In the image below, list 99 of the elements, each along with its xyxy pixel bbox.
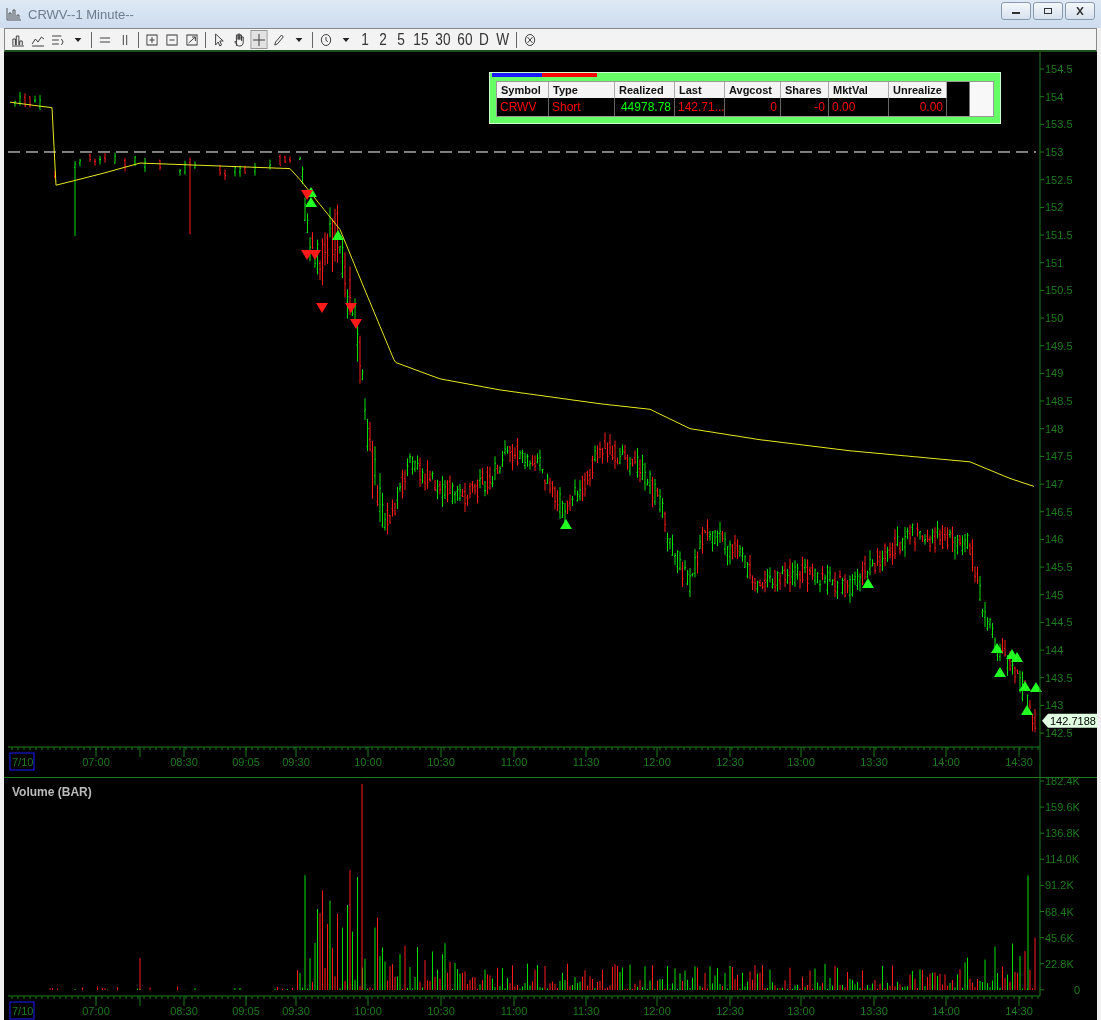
price-axis-label: 152 xyxy=(1045,201,1064,214)
interval-button[interactable]: W xyxy=(494,30,512,49)
volume-axis-label: 68.4K xyxy=(1045,905,1074,918)
interval-button[interactable]: D xyxy=(476,30,493,49)
time-axis-label: 08:30 xyxy=(170,1005,198,1017)
time-axis-label: 12:30 xyxy=(716,1005,744,1017)
price-axis-label: 150 xyxy=(1045,312,1064,324)
time-axis-label: 10:00 xyxy=(354,1005,382,1017)
table-cell: 0 xyxy=(725,98,781,116)
price-axis-label: 149 xyxy=(1045,367,1064,380)
time-axis-label: 12:00 xyxy=(643,1005,671,1017)
time-axis-label: 09:30 xyxy=(282,756,310,768)
table-cell: 142.71... xyxy=(675,98,725,116)
column-header[interactable]: Unrealize xyxy=(889,82,947,98)
column-header[interactable]: Shares xyxy=(781,82,829,98)
price-axis-label: 154 xyxy=(1045,90,1064,103)
time-axis-label: 10:30 xyxy=(427,1005,455,1017)
volume-axis-label: 91.2K xyxy=(1045,879,1074,892)
volume-axis-label: 159.6K xyxy=(1045,801,1080,814)
price-axis-label: 145 xyxy=(1045,588,1064,601)
time-axis-label: 13:00 xyxy=(787,756,815,768)
price-axis-label: 145.5 xyxy=(1045,561,1073,574)
interval-button[interactable]: 2 xyxy=(375,30,391,49)
time-axis-label: 10:00 xyxy=(354,756,382,768)
date-label: 7/10 xyxy=(9,752,35,771)
price-axis-label: 152.5 xyxy=(1045,173,1073,186)
volume-axis-label: 114.0K xyxy=(1045,853,1080,866)
table-cell: 0.00 xyxy=(829,98,889,116)
volume-axis-label: 22.8K xyxy=(1045,957,1074,970)
time-axis-label: 13:00 xyxy=(787,1005,815,1017)
time-axis-label: 11:30 xyxy=(572,1005,600,1017)
price-axis-label: 148 xyxy=(1045,422,1064,435)
interval-button[interactable]: 60 xyxy=(455,30,474,49)
time-axis-label: 10:30 xyxy=(427,756,455,768)
time-axis-label: 08:30 xyxy=(170,756,198,768)
time-axis-label: 12:00 xyxy=(643,756,671,768)
volume-axis-label: 136.8K xyxy=(1045,827,1080,840)
column-header[interactable]: Symbol xyxy=(497,82,549,98)
time-axis-label: 14:30 xyxy=(1005,756,1033,768)
time-axis-label: 09:30 xyxy=(282,1005,310,1017)
table-cell: -0 xyxy=(781,98,829,116)
column-header[interactable]: Realized xyxy=(615,82,675,98)
time-axis-label: 14:00 xyxy=(932,756,960,768)
table-spacer xyxy=(947,82,969,116)
interval-button[interactable]: 1 xyxy=(357,30,373,49)
time-axis-label: 09:05 xyxy=(232,1005,260,1017)
column-header[interactable]: MktVal xyxy=(829,82,889,98)
time-axis-label: 09:05 xyxy=(232,756,260,768)
table-cell: 44978.78 xyxy=(615,98,675,116)
time-axis-label: 11:00 xyxy=(500,756,528,768)
table-cell: 0.00 xyxy=(889,98,947,116)
close-button[interactable] xyxy=(1065,2,1095,20)
volume-axis-label: 0 xyxy=(1074,983,1081,996)
price-axis-label: 151 xyxy=(1045,256,1064,269)
time-axis-label: 11:30 xyxy=(572,756,600,768)
date-label: 7/10 xyxy=(9,1001,35,1020)
restore-button[interactable] xyxy=(1033,2,1063,20)
last-price-label: 142.7188 xyxy=(1042,713,1097,728)
table-cell: CRWV xyxy=(497,98,549,116)
price-axis-label: 143 xyxy=(1045,699,1064,712)
time-axis-label: 07:00 xyxy=(82,1005,110,1017)
time-axis-label: 12:30 xyxy=(716,756,744,768)
price-axis-label: 146 xyxy=(1045,533,1064,546)
volume-axis-label: 45.6K xyxy=(1045,931,1074,944)
volume-pane-title: Volume (BAR) xyxy=(12,785,92,799)
price-axis-label: 149.5 xyxy=(1045,339,1073,352)
price-axis-label: 153.5 xyxy=(1045,118,1073,131)
price-axis-label: 148.5 xyxy=(1045,395,1073,407)
price-axis-label: 144.5 xyxy=(1045,616,1073,629)
interval-button[interactable]: 15 xyxy=(411,30,431,49)
window-title: CRWV--1 Minute-- xyxy=(28,6,134,22)
table-cell: Short xyxy=(549,98,615,116)
restore-icon xyxy=(1043,7,1053,15)
time-axis-label: 13:30 xyxy=(860,1005,888,1017)
price-axis-label: 153 xyxy=(1045,146,1064,158)
volume-axis-label: 182.4K xyxy=(1045,777,1080,787)
price-axis-label: 144 xyxy=(1045,644,1064,657)
price-axis-label: 142.5 xyxy=(1045,727,1073,740)
price-axis-label: 151.5 xyxy=(1045,229,1073,241)
price-axis-label: 147 xyxy=(1045,478,1064,491)
interval-button[interactable]: 30 xyxy=(433,30,452,49)
table-scroll-area xyxy=(969,82,993,116)
column-header[interactable]: Type xyxy=(549,82,615,98)
time-axis-label: 07:00 xyxy=(82,756,110,768)
minimize-button[interactable] xyxy=(1001,2,1031,20)
time-axis-label: 14:30 xyxy=(1005,1005,1033,1017)
price-axis-label: 150.5 xyxy=(1045,284,1073,297)
price-axis-label: 154.5 xyxy=(1045,63,1073,75)
interval-button[interactable]: 5 xyxy=(393,30,409,49)
price-axis-label: 147.5 xyxy=(1045,450,1073,463)
column-header[interactable]: Last xyxy=(675,82,725,98)
price-axis-label: 143.5 xyxy=(1045,671,1073,684)
column-header[interactable]: Avgcost xyxy=(725,82,781,98)
time-axis-label: 11:00 xyxy=(500,1005,528,1017)
close-icon xyxy=(1075,7,1085,15)
price-axis-label: 146.5 xyxy=(1045,505,1073,518)
time-axis-label: 13:30 xyxy=(860,756,888,768)
chart-app-icon xyxy=(6,7,22,21)
time-axis-label: 14:00 xyxy=(932,1005,960,1017)
